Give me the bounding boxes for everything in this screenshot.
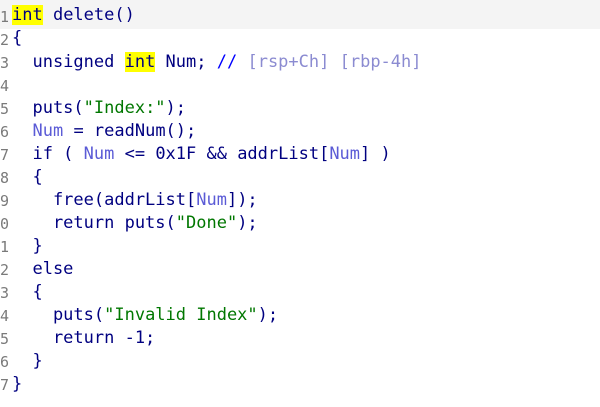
code-text[interactable]: {: [12, 28, 22, 48]
line-number: 0: [0, 215, 9, 233]
code-text[interactable]: );: [166, 98, 186, 118]
code-text[interactable]: free(addrList[: [12, 190, 196, 210]
code-line-close-brace[interactable]: }: [12, 350, 42, 373]
code-line-puts-index[interactable]: puts("Index:");: [12, 97, 186, 120]
string-literal[interactable]: "Invalid Index": [104, 305, 258, 325]
code-text[interactable]: }: [12, 374, 22, 394]
variable-num[interactable]: Num: [329, 144, 360, 164]
code-text[interactable]: ] ): [360, 144, 391, 164]
code-line-puts-invalid[interactable]: puts("Invalid Index");: [12, 304, 278, 327]
code-text[interactable]: puts(: [12, 98, 83, 118]
code-line-if-condition[interactable]: if ( Num <= 0x1F && addrList[Num] ): [12, 143, 391, 166]
code-text[interactable]: }: [12, 236, 42, 256]
code-line-variable-declaration[interactable]: unsigned int Num; // [rsp+Ch] [rbp-4h]: [12, 51, 422, 74]
code-text[interactable]: delete(): [43, 5, 135, 25]
line-number: 5: [0, 100, 9, 118]
code-text[interactable]: {: [12, 167, 42, 187]
variable-num[interactable]: Num: [196, 190, 227, 210]
line-number: 3: [0, 54, 9, 72]
code-text[interactable]: );: [258, 305, 278, 325]
line-number: 6: [0, 353, 9, 371]
line-number: 6: [0, 123, 9, 141]
stack-offset-comment: [rsp+Ch]: [247, 52, 330, 72]
code-line-return-minus-one[interactable]: return -1;: [12, 327, 155, 350]
line-number: 1: [0, 238, 9, 256]
code-line-else[interactable]: else: [12, 258, 73, 281]
code-text[interactable]: puts(: [12, 305, 104, 325]
code-text[interactable]: return puts(: [12, 213, 176, 233]
highlighted-keyword[interactable]: int: [12, 5, 43, 25]
code-text[interactable]: unsigned: [12, 52, 125, 72]
stack-offset-comment: [rbp-4h]: [339, 52, 422, 72]
code-text[interactable]: = readNum();: [63, 121, 196, 141]
code-line-open-brace[interactable]: {: [12, 281, 42, 304]
line-number: 2: [0, 31, 9, 49]
variable-num[interactable]: Num: [84, 144, 115, 164]
code-text[interactable]: Num;: [155, 52, 216, 72]
code-line-return-done[interactable]: return puts("Done");: [12, 212, 258, 235]
line-number-gutter: 1 2 3 4 5 6 7 8 9 0 1 2 3 4 5 6 7: [0, 0, 12, 407]
code-text[interactable]: <= 0x1F && addrList[: [114, 144, 330, 164]
code-text[interactable]: else: [12, 259, 73, 279]
code-text[interactable]: if (: [12, 144, 84, 164]
pseudocode-view[interactable]: 1 2 3 4 5 6 7 8 9 0 1 2 3 4 5 6 7 int de…: [0, 0, 600, 407]
line-number: 3: [0, 284, 9, 302]
code-line-function-signature[interactable]: int delete(): [12, 4, 135, 27]
code-text[interactable]: return -1;: [12, 328, 155, 348]
line-number: 4: [0, 77, 9, 95]
line-number: 2: [0, 261, 9, 279]
line-number: 5: [0, 330, 9, 348]
code-line-close-brace[interactable]: }: [12, 373, 22, 396]
code-line-open-brace[interactable]: {: [12, 166, 42, 189]
string-literal[interactable]: "Index:": [84, 98, 166, 118]
line-number: 9: [0, 192, 9, 210]
code-text[interactable]: }: [12, 351, 42, 371]
code-text[interactable]: {: [12, 282, 42, 302]
code-line-readnum[interactable]: Num = readNum();: [12, 120, 196, 143]
line-number: 7: [0, 376, 9, 394]
code-line-open-brace[interactable]: {: [12, 27, 22, 50]
code-area[interactable]: int delete() { unsigned int Num; // [rsp…: [12, 0, 600, 407]
comment-marker: //: [216, 52, 238, 72]
code-line-free[interactable]: free(addrList[Num]);: [12, 189, 258, 212]
string-literal[interactable]: "Done": [176, 213, 237, 233]
code-text[interactable]: );: [237, 213, 257, 233]
line-number: 7: [0, 146, 9, 164]
variable-num[interactable]: Num: [32, 121, 63, 141]
line-number: 8: [0, 169, 9, 187]
highlighted-keyword[interactable]: int: [124, 52, 156, 72]
line-number: 1: [0, 8, 9, 26]
line-number: 4: [0, 307, 9, 325]
code-line-close-brace[interactable]: }: [12, 235, 42, 258]
code-text[interactable]: [12, 121, 32, 141]
code-text[interactable]: ]);: [227, 190, 258, 210]
